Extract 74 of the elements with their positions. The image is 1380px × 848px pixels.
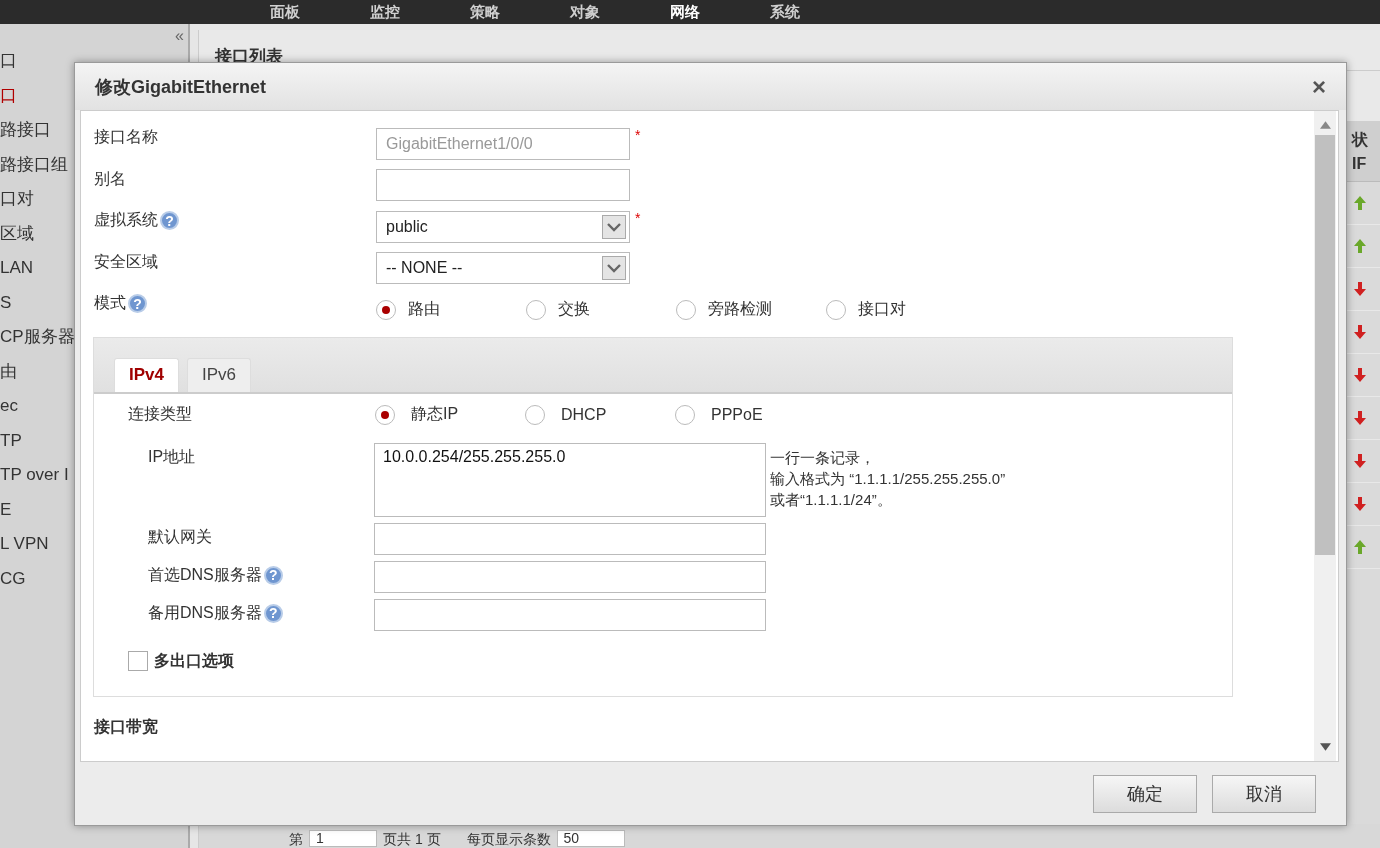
down-arrow-icon: [1354, 282, 1366, 296]
page-field[interactable]: 1: [309, 830, 377, 847]
text-field[interactable]: [374, 522, 766, 555]
field-label: 虚拟系统: [94, 210, 158, 230]
radio-label: 静态IP: [411, 404, 459, 424]
scroll-down-icon[interactable]: [1319, 743, 1331, 751]
checkbox-label: 多出口选项: [154, 650, 234, 671]
checkbox[interactable]: [128, 651, 148, 671]
column-header: 状: [1352, 129, 1369, 150]
radio-label: 交换: [558, 299, 590, 320]
field-label: 模式: [94, 293, 126, 313]
nav-tab[interactable]: 策略: [470, 3, 500, 21]
field-label: 安全区域: [94, 251, 158, 272]
down-arrow-icon: [1354, 497, 1366, 511]
radio-button[interactable]: [826, 299, 846, 320]
nav-tab[interactable]: 系统: [770, 3, 800, 21]
scrollbar[interactable]: [1314, 111, 1336, 761]
radio-label: 旁路检测: [708, 299, 772, 320]
nav-tab[interactable]: 网络: [670, 3, 700, 21]
dialog-title: 修改GigabitEthernet: [95, 75, 266, 99]
radio-label: 接口对: [858, 299, 906, 320]
tab[interactable]: IPv4: [114, 357, 179, 392]
dropdown[interactable]: -- NONE --: [376, 252, 630, 285]
radio-button[interactable]: [676, 299, 696, 320]
column-header: IF: [1352, 154, 1368, 173]
field-label: IP地址: [148, 446, 196, 467]
collapse-button[interactable]: «: [175, 28, 184, 44]
nav-tab[interactable]: 对象: [570, 3, 600, 21]
nav-tab[interactable]: 监控: [370, 3, 400, 21]
required-mark: *: [635, 126, 641, 143]
close-button[interactable]: ×: [1312, 74, 1326, 99]
dialog-button[interactable]: 确定: [1093, 774, 1197, 813]
radio-label: PPPoE: [711, 405, 763, 424]
dropdown[interactable]: public: [376, 210, 630, 243]
text-area[interactable]: 10.0.0.254/255.255.255.0: [374, 442, 766, 517]
scroll-up-icon[interactable]: [1319, 121, 1331, 129]
text-field[interactable]: [374, 560, 766, 593]
per-page-label: 每页显示条数: [466, 831, 551, 847]
field-label: 首选DNS服务器: [148, 564, 262, 585]
field-label: 别名: [94, 168, 126, 189]
scroll-thumb[interactable]: [1315, 135, 1335, 555]
page-total: 页共 1 页: [383, 831, 441, 847]
text-field[interactable]: [376, 169, 630, 202]
tab[interactable]: IPv6: [187, 357, 251, 392]
field-label: 默认网关: [148, 526, 212, 547]
up-arrow-icon: [1354, 239, 1366, 253]
down-arrow-icon: [1354, 368, 1366, 382]
up-arrow-icon: [1354, 196, 1366, 210]
radio-label: 路由: [408, 299, 440, 320]
hint-text: 输入格式为 “1.1.1.1/255.255.255.0”: [770, 468, 1006, 489]
hint-text: 或者“1.1.1.1/24”。: [770, 489, 893, 510]
down-arrow-icon: [1354, 325, 1366, 339]
caret-icon: [602, 214, 626, 239]
radio-button[interactable]: [675, 404, 695, 425]
field-label: 连接类型: [128, 404, 193, 424]
field-label: 接口名称: [94, 127, 158, 147]
radio-button[interactable]: [526, 299, 546, 320]
page-label: 第: [289, 831, 303, 847]
per-page-field[interactable]: 50: [556, 830, 625, 847]
nav-tab[interactable]: 面板: [270, 3, 300, 21]
field-label: 备用DNS服务器: [148, 602, 262, 623]
hint-text: 一行一条记录，: [770, 447, 876, 468]
down-arrow-icon: [1354, 411, 1366, 425]
radio-button[interactable]: [525, 404, 545, 425]
text-field[interactable]: [374, 598, 766, 631]
down-arrow-icon: [1354, 454, 1366, 468]
caret-icon: [602, 256, 626, 281]
required-mark: *: [635, 209, 641, 226]
section-title: 接口带宽: [94, 716, 158, 736]
dialog-button[interactable]: 取消: [1212, 774, 1316, 813]
radio-button[interactable]: [375, 404, 395, 425]
up-arrow-icon: [1354, 540, 1366, 554]
radio-button[interactable]: [376, 299, 396, 320]
radio-label: DHCP: [561, 405, 607, 424]
